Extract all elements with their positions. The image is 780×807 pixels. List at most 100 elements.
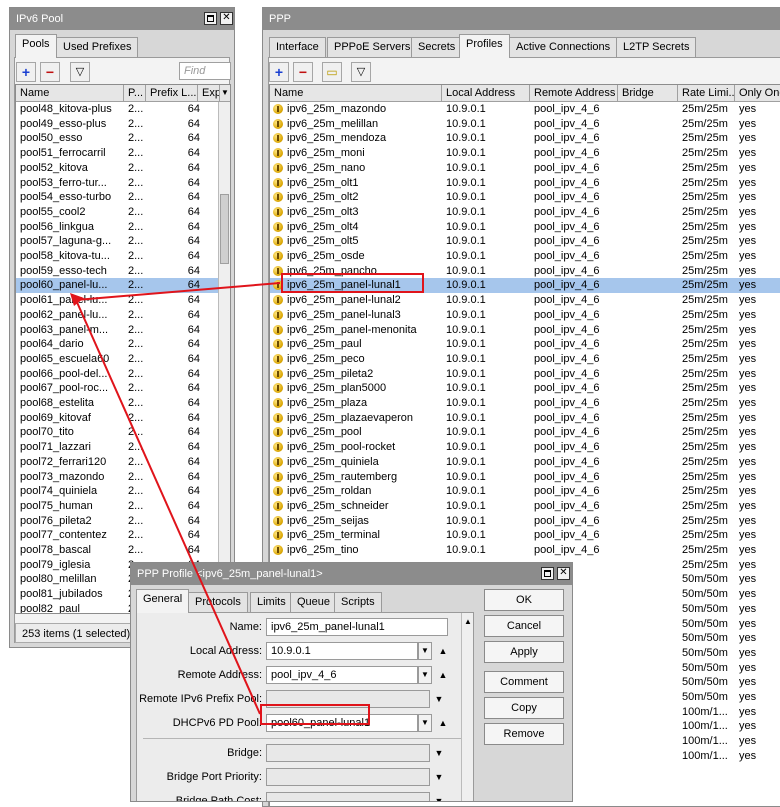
tab-used-prefixes[interactable]: Used Prefixes: [56, 37, 139, 57]
table-row[interactable]: ipv6_25m_olt4 10.9.0.1 pool_ipv_4_6 25m/25m…: [270, 220, 780, 235]
table-row[interactable]: ipv6_25m_moni 10.9.0.1 pool_ipv_4_6 25m/25m…: [270, 146, 780, 161]
close-icon[interactable]: ✕: [220, 12, 233, 25]
tab-pppoe-servers[interactable]: PPPoE Servers: [327, 37, 418, 57]
tab-l2tp-secrets[interactable]: L2TP Secrets: [616, 37, 697, 57]
name-field[interactable]: ipv6_25m_panel-lunal1: [266, 618, 448, 636]
table-row[interactable]: pool53_ferro-tur... 2... 64: [16, 176, 218, 191]
add-icon[interactable]: +: [269, 62, 289, 82]
tab-pools[interactable]: Pools: [15, 34, 57, 58]
table-row[interactable]: pool72_ferrari120 2... 64: [16, 455, 218, 470]
dhcpv6-dropdown-icon[interactable]: ▼: [418, 714, 432, 732]
column-name[interactable]: Name: [16, 85, 124, 102]
table-row[interactable]: ipv6_25m_pileta2 10.9.0.1 pool_ipv_4_6 25m/…: [270, 367, 780, 382]
table-row[interactable]: ipv6_25m_terminal 10.9.0.1 pool_ipv_4_6 25m…: [270, 528, 780, 543]
table-row[interactable]: pool50_esso 2... 64: [16, 131, 218, 146]
column-bridge[interactable]: Bridge: [618, 85, 678, 102]
table-row[interactable]: ipv6_25m_olt2 10.9.0.1 pool_ipv_4_6 25m/25m…: [270, 190, 780, 205]
table-row[interactable]: ipv6_25m_panel-lunal1 10.9.0.1 pool_ipv_4_…: [270, 278, 780, 294]
remove-button[interactable]: Remove: [484, 723, 564, 745]
tab-general[interactable]: General: [136, 589, 190, 613]
table-row[interactable]: ipv6_25m_quiniela 10.9.0.1 pool_ipv_4_6 25m…: [270, 455, 780, 470]
comment-button[interactable]: Comment: [484, 671, 564, 693]
pool-scrollbar[interactable]: [218, 102, 230, 613]
bridge-port-priority-dropdown-icon[interactable]: ▼: [433, 768, 445, 786]
table-row[interactable]: ipv6_25m_nano 10.9.0.1 pool_ipv_4_6 25m/25m…: [270, 161, 780, 176]
table-row[interactable]: ipv6_25m_rautemberg 10.9.0.1 pool_ipv_4_6 2…: [270, 470, 780, 485]
remote-ipv6-dropdown-icon[interactable]: ▼: [433, 690, 445, 708]
table-row[interactable]: ipv6_25m_olt1 10.9.0.1 pool_ipv_4_6 25m/25m…: [270, 176, 780, 191]
column-menu-icon[interactable]: ▼: [220, 85, 230, 102]
bridge-field[interactable]: [266, 744, 430, 762]
column-name[interactable]: Name: [270, 85, 442, 102]
cancel-button[interactable]: Cancel: [484, 615, 564, 637]
table-row[interactable]: pool64_dario 2... 64: [16, 337, 218, 352]
table-row[interactable]: pool75_human 2... 64: [16, 499, 218, 514]
table-row[interactable]: ipv6_25m_panel-lunal2 10.9.0.1 pool_ipv_4_…: [270, 293, 780, 308]
table-row[interactable]: ipv6_25m_plazaevaperon 10.9.0.1 pool_ipv_4…: [270, 411, 780, 426]
table-row[interactable]: pool59_esso-tech 2... 64: [16, 264, 218, 279]
table-row[interactable]: ipv6_25m_mazondo 10.9.0.1 pool_ipv_4_6 25m/…: [270, 102, 780, 117]
profile-scrollbar[interactable]: ▲: [461, 613, 473, 801]
pool-scroll-thumb[interactable]: [220, 194, 229, 264]
local-address-up-icon[interactable]: ▲: [437, 642, 449, 660]
table-row[interactable]: pool76_pileta2 2... 64: [16, 514, 218, 529]
table-row[interactable]: ipv6_25m_pool-rocket 10.9.0.1 pool_ipv_4_6…: [270, 440, 780, 455]
remote-address-up-icon[interactable]: ▲: [437, 666, 449, 684]
local-address-dropdown-icon[interactable]: ▼: [418, 642, 432, 660]
scroll-up-icon[interactable]: ▲: [462, 613, 474, 631]
tab-limits[interactable]: Limits: [250, 592, 293, 612]
table-row[interactable]: ipv6_25m_mendoza 10.9.0.1 pool_ipv_4_6 25m/…: [270, 131, 780, 146]
table-row[interactable]: pool69_kitovaf 2... 64: [16, 411, 218, 426]
find-input[interactable]: Find: [179, 62, 231, 80]
table-row[interactable]: pool48_kitova-plus 2... 64: [16, 102, 218, 117]
remote-ipv6-prefix-pool-field[interactable]: [266, 690, 430, 708]
table-row[interactable]: pool70_tito 2... 64: [16, 425, 218, 440]
table-row[interactable]: ipv6_25m_panel-menonita 10.9.0.1 pool_ipv_…: [270, 323, 780, 338]
close-icon[interactable]: ✕: [557, 567, 570, 580]
table-row[interactable]: ipv6_25m_plan5000 10.9.0.1 pool_ipv_4_6 25m…: [270, 381, 780, 396]
column-only-one[interactable]: Only One: [735, 85, 780, 102]
filter-icon[interactable]: ▽: [70, 62, 90, 82]
remove-icon[interactable]: −: [40, 62, 60, 82]
column-prefix[interactable]: P...: [124, 85, 146, 102]
table-row[interactable]: pool57_laguna-g... 2... 64: [16, 234, 218, 249]
restore-icon[interactable]: [204, 12, 217, 25]
table-row[interactable]: pool62_panel-lu... 2... 64: [16, 308, 218, 323]
table-row[interactable]: ipv6_25m_roldan 10.9.0.1 pool_ipv_4_6 25m/2…: [270, 484, 780, 499]
table-row[interactable]: pool60_panel-lu... 2... 64: [16, 278, 218, 294]
table-row[interactable]: pool66_pool-del... 2... 64: [16, 367, 218, 382]
table-row[interactable]: ipv6_25m_schneider 10.9.0.1 pool_ipv_4_6 25…: [270, 499, 780, 514]
bridge-dropdown-icon[interactable]: ▼: [433, 744, 445, 762]
tab-protocols[interactable]: Protocols: [188, 592, 248, 612]
tab-scripts[interactable]: Scripts: [334, 592, 382, 612]
table-row[interactable]: pool63_panel-m... 2... 64: [16, 323, 218, 338]
bridge-path-cost-dropdown-icon[interactable]: ▼: [433, 792, 445, 801]
dhcpv6-up-icon[interactable]: ▲: [437, 714, 449, 732]
table-row[interactable]: pool68_estelita 2... 64: [16, 396, 218, 411]
tab-queue[interactable]: Queue: [290, 592, 338, 612]
table-row[interactable]: ipv6_25m_tino 10.9.0.1 pool_ipv_4_6 25m/25m…: [270, 543, 780, 558]
table-row[interactable]: ipv6_25m_peco 10.9.0.1 pool_ipv_4_6 25m/25m…: [270, 352, 780, 367]
table-row[interactable]: pool65_escuela60 2... 64: [16, 352, 218, 367]
column-local-address[interactable]: Local Address: [442, 85, 530, 102]
column-expire[interactable]: Expi: [198, 85, 220, 102]
table-row[interactable]: pool58_kitova-tu... 2... 64: [16, 249, 218, 264]
table-row[interactable]: pool73_mazondo 2... 64: [16, 470, 218, 485]
table-row[interactable]: pool54_esso-turbo 2... 64: [16, 190, 218, 205]
local-address-field[interactable]: 10.9.0.1: [266, 642, 418, 660]
table-row[interactable]: pool61_panel-lu... 2... 64: [16, 293, 218, 308]
table-row[interactable]: ipv6_25m_paul 10.9.0.1 pool_ipv_4_6 25m/25m…: [270, 337, 780, 352]
column-prefix-length[interactable]: Prefix L...: [146, 85, 198, 102]
table-row[interactable]: ipv6_25m_seijas 10.9.0.1 pool_ipv_4_6 25m/2…: [270, 514, 780, 529]
table-row[interactable]: pool67_pool-roc... 2... 64: [16, 381, 218, 396]
table-row[interactable]: ipv6_25m_pool 10.9.0.1 pool_ipv_4_6 25m/25m…: [270, 425, 780, 440]
table-row[interactable]: ipv6_25m_olt3 10.9.0.1 pool_ipv_4_6 25m/25m…: [270, 205, 780, 220]
bridge-port-priority-field[interactable]: [266, 768, 430, 786]
remote-address-field[interactable]: pool_ipv_4_6: [266, 666, 418, 684]
table-row[interactable]: ipv6_25m_plaza 10.9.0.1 pool_ipv_4_6 25m/25…: [270, 396, 780, 411]
bridge-path-cost-field[interactable]: [266, 792, 430, 801]
copy-button[interactable]: Copy: [484, 697, 564, 719]
table-row[interactable]: pool77_contentez 2... 64: [16, 528, 218, 543]
table-row[interactable]: pool71_lazzari 2... 64: [16, 440, 218, 455]
table-row[interactable]: pool51_ferrocarril 2... 64: [16, 146, 218, 161]
